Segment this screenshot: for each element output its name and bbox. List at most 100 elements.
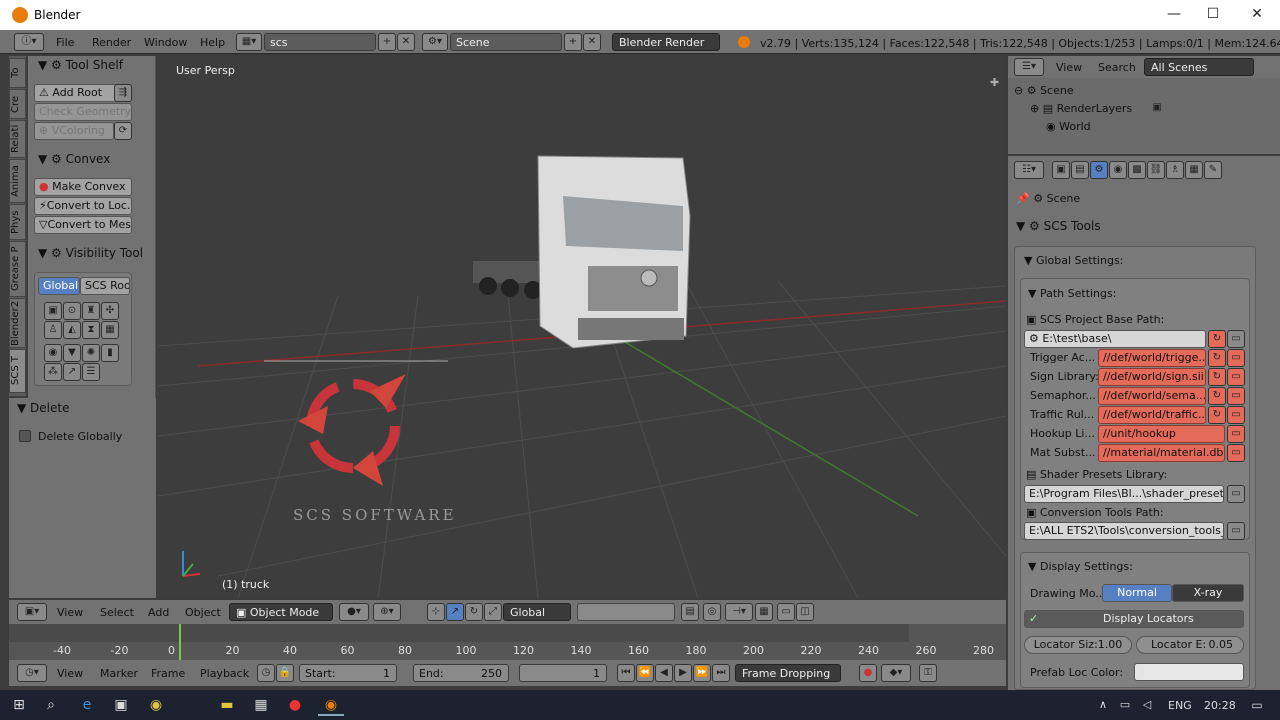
rotate-icon[interactable]: ↻: [465, 603, 483, 621]
path-browse-icon[interactable]: ▭: [1227, 368, 1245, 386]
convert-to-locator-button[interactable]: ⚡Convert to Loc...: [34, 197, 132, 215]
remove-scene-icon[interactable]: ✕: [583, 33, 601, 51]
path-browse-icon[interactable]: ▭: [1227, 406, 1245, 424]
media-icon[interactable]: ▦: [248, 694, 274, 716]
keying-set-icon[interactable]: ◆▾: [881, 664, 911, 682]
object-tab-icon[interactable]: ▩: [1128, 161, 1146, 179]
visibility-panel-title[interactable]: ▼ ⚙ Visibility Tool: [38, 246, 154, 260]
tl-menu-playback[interactable]: Playback: [200, 667, 249, 680]
scs-tools-panel-title[interactable]: ▼ ⚙ SCS Tools: [1016, 219, 1101, 233]
store-icon[interactable]: ▣: [108, 694, 134, 716]
scene-tab-icon[interactable]: ⚙: [1090, 161, 1108, 179]
renderlayer-icon[interactable]: ▣: [1148, 100, 1166, 118]
play-icon[interactable]: ▶: [674, 664, 692, 682]
cone-vis-icon[interactable]: ⧗: [82, 321, 100, 339]
snap-target-icon[interactable]: ▦: [755, 603, 773, 621]
grid-vis-icon[interactable]: ▦: [101, 321, 119, 339]
menu-view[interactable]: View: [57, 606, 83, 619]
tl-menu-frame[interactable]: Frame: [151, 667, 185, 680]
tab-grease-pencil[interactable]: Grease P: [9, 241, 26, 297]
blender-app-icon[interactable]: ◉: [318, 694, 344, 716]
delete-globally-checkbox[interactable]: [19, 430, 31, 442]
base-path-browse-icon[interactable]: ▭: [1227, 330, 1245, 348]
path-reset-icon[interactable]: ↻: [1208, 349, 1226, 367]
layers-grid[interactable]: [577, 603, 675, 621]
convex-panel-title[interactable]: ▼ ⚙ Convex: [38, 152, 110, 166]
scene-icon[interactable]: ⚙▾: [422, 33, 448, 51]
end-frame-field[interactable]: End: 250: [413, 664, 509, 682]
global-toggle[interactable]: Global: [38, 277, 80, 295]
base-path-reset-icon[interactable]: ↻: [1208, 330, 1226, 348]
tab-scs-tools[interactable]: SCS T: [9, 349, 26, 393]
info-editor-icon[interactable]: ⓘ▾: [14, 33, 44, 51]
start-frame-field[interactable]: Start: 1: [299, 664, 397, 682]
render-anim-icon[interactable]: ◫: [796, 603, 814, 621]
truck-model[interactable]: [473, 155, 691, 349]
record-app-icon[interactable]: ●: [282, 694, 308, 716]
constraints-tab-icon[interactable]: ⛓: [1147, 161, 1165, 179]
path-browse-icon[interactable]: ▭: [1227, 387, 1245, 405]
tab-animation[interactable]: Anima: [9, 159, 26, 203]
lock-icon[interactable]: 🔒: [276, 664, 294, 682]
path-row-field[interactable]: //unit/hookup: [1098, 425, 1225, 443]
path-row-field[interactable]: //material/material.db: [1098, 444, 1225, 462]
timeline-editor-icon[interactable]: ◷▾: [17, 664, 47, 682]
record-icon[interactable]: ●: [859, 664, 877, 682]
curve-vis-icon[interactable]: ⊙: [63, 302, 81, 320]
make-convex-button[interactable]: ● Make Convex: [34, 178, 132, 196]
nav-vis-icon[interactable]: ✣: [101, 302, 119, 320]
preview-range-icon[interactable]: ◷: [257, 664, 275, 682]
person-vis-icon[interactable]: ♙: [44, 321, 62, 339]
orientation-select[interactable]: Global: [503, 603, 571, 621]
translate-icon[interactable]: ↗: [446, 603, 464, 621]
modifiers-tab-icon[interactable]: ♗: [1166, 161, 1184, 179]
properties-editor-icon[interactable]: ☷▾: [1014, 161, 1044, 179]
cube-vis-icon[interactable]: ▣: [44, 302, 62, 320]
chrome-icon[interactable]: ◉: [143, 694, 169, 716]
menu-object[interactable]: Object: [185, 606, 221, 619]
delete-panel-title[interactable]: ▼ Delete: [17, 401, 69, 415]
tl-menu-marker[interactable]: Marker: [100, 667, 138, 680]
eye-vis-icon[interactable]: ◉: [44, 344, 62, 362]
render-still-icon[interactable]: ▭: [777, 603, 795, 621]
check-geometry-button[interactable]: Check Geometry: [34, 103, 132, 121]
tool-shelf-title[interactable]: ▼ ⚙ Tool Shelf: [38, 58, 123, 72]
convert-to-mesh-button[interactable]: ▽Convert to Mesh: [34, 216, 132, 234]
tl-menu-view[interactable]: View: [57, 667, 83, 680]
pivot-icon[interactable]: ⊕▾: [373, 603, 401, 621]
path-row-field[interactable]: //def/world/sign.sii: [1098, 368, 1206, 386]
stack-vis-icon[interactable]: ☰: [82, 363, 100, 381]
tab-physics[interactable]: Phys: [9, 204, 26, 240]
outliner-filter-select[interactable]: All Scenes: [1144, 58, 1254, 76]
add-root-button[interactable]: ⚠ Add Root: [34, 84, 120, 102]
shading-icon[interactable]: ●▾: [339, 603, 369, 621]
scs-root-toggle[interactable]: SCS Root: [80, 277, 130, 295]
outliner-scene-row[interactable]: ⊖ ⚙ Scene: [1014, 84, 1074, 97]
clock[interactable]: 20:28: [1204, 699, 1236, 712]
path-settings-header[interactable]: ▼ Path Settings:: [1028, 287, 1116, 300]
keyframe-icon[interactable]: ⚿: [919, 664, 937, 682]
render-engine-select[interactable]: Blender Render: [612, 33, 720, 51]
material-tab-icon[interactable]: ✎: [1204, 161, 1222, 179]
minimize-button[interactable]: —: [1164, 6, 1184, 24]
snap-icon[interactable]: ⊣▾: [725, 603, 753, 621]
locator-size-field[interactable]: Locator Siz:1.00: [1024, 636, 1132, 654]
data-tab-icon[interactable]: ▦: [1185, 161, 1203, 179]
outliner-editor-icon[interactable]: ☰▾: [1014, 58, 1044, 76]
language-indicator[interactable]: ENG: [1168, 699, 1192, 712]
drawing-mode-normal[interactable]: Normal: [1102, 584, 1172, 602]
locator-e-field[interactable]: Locator E: 0.05: [1136, 636, 1244, 654]
global-settings-header[interactable]: ▼ Global Settings:: [1024, 254, 1123, 267]
start-icon[interactable]: ⊞: [6, 694, 32, 716]
notification-icon[interactable]: ▭: [1244, 694, 1270, 716]
path-browse-icon[interactable]: ▭: [1227, 349, 1245, 367]
manipulator-icon[interactable]: ⊹: [427, 603, 445, 621]
volume-icon[interactable]: ◁: [1134, 694, 1160, 716]
outliner-view-menu[interactable]: View: [1056, 61, 1082, 74]
tab-create[interactable]: Cre: [9, 89, 26, 119]
display-locators-toggle[interactable]: ✓ Display Locators: [1024, 610, 1244, 628]
add-root-options-icon[interactable]: ⇶: [114, 84, 132, 102]
render-tab-icon[interactable]: ▣: [1052, 161, 1070, 179]
close-button[interactable]: ✕: [1247, 6, 1267, 24]
outliner-search-menu[interactable]: Search: [1098, 61, 1136, 74]
